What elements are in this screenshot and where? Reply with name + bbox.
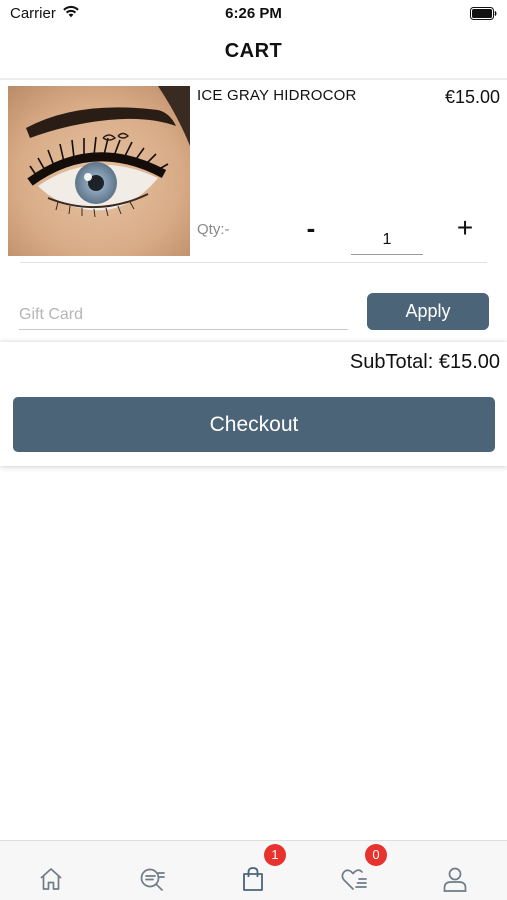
user-icon [443,867,467,892]
eye-lashes-image [8,86,190,256]
battery-icon [470,7,497,20]
quantity-decrease-button[interactable]: - [298,214,324,244]
home-icon [40,868,62,890]
tab-search[interactable] [101,841,202,900]
quantity-input[interactable] [351,225,423,255]
cart-count-badge: 1 [264,844,286,866]
status-time: 6:26 PM [225,5,282,22]
shopping-bag-icon [243,867,263,891]
wishlist-count-badge: 0 [365,844,387,866]
heart-list-icon [341,869,367,890]
checkout-button[interactable]: Checkout [13,397,495,452]
tab-profile[interactable] [404,841,505,900]
search-list-icon [140,868,165,891]
tab-bar: 1 0 [0,840,507,900]
gift-card-input[interactable] [19,300,348,330]
cart-screen: Carrier 6:26 PM CART ICE GRAY HIDROCOR €… [0,0,507,900]
order-summary-panel: SubTotal: €15.00 Checkout [0,342,507,466]
tab-home[interactable] [0,841,101,900]
quantity-label: Qty:- [197,221,230,238]
tab-wishlist[interactable]: 0 [303,841,404,900]
page-title: CART [224,40,283,62]
product-price: €15.00 [444,87,500,107]
tab-cart[interactable]: 1 [202,841,303,900]
status-bar: Carrier 6:26 PM [0,0,507,28]
subtotal-label: SubTotal: €15.00 [349,351,500,373]
product-name[interactable]: ICE GRAY HIDROCOR [197,87,357,104]
cart-item: ICE GRAY HIDROCOR €15.00 Qty:- - + [0,80,507,264]
quantity-increase-button[interactable]: + [452,213,478,243]
apply-button[interactable]: Apply [367,293,489,330]
product-image[interactable] [8,86,190,256]
item-divider [20,262,487,263]
